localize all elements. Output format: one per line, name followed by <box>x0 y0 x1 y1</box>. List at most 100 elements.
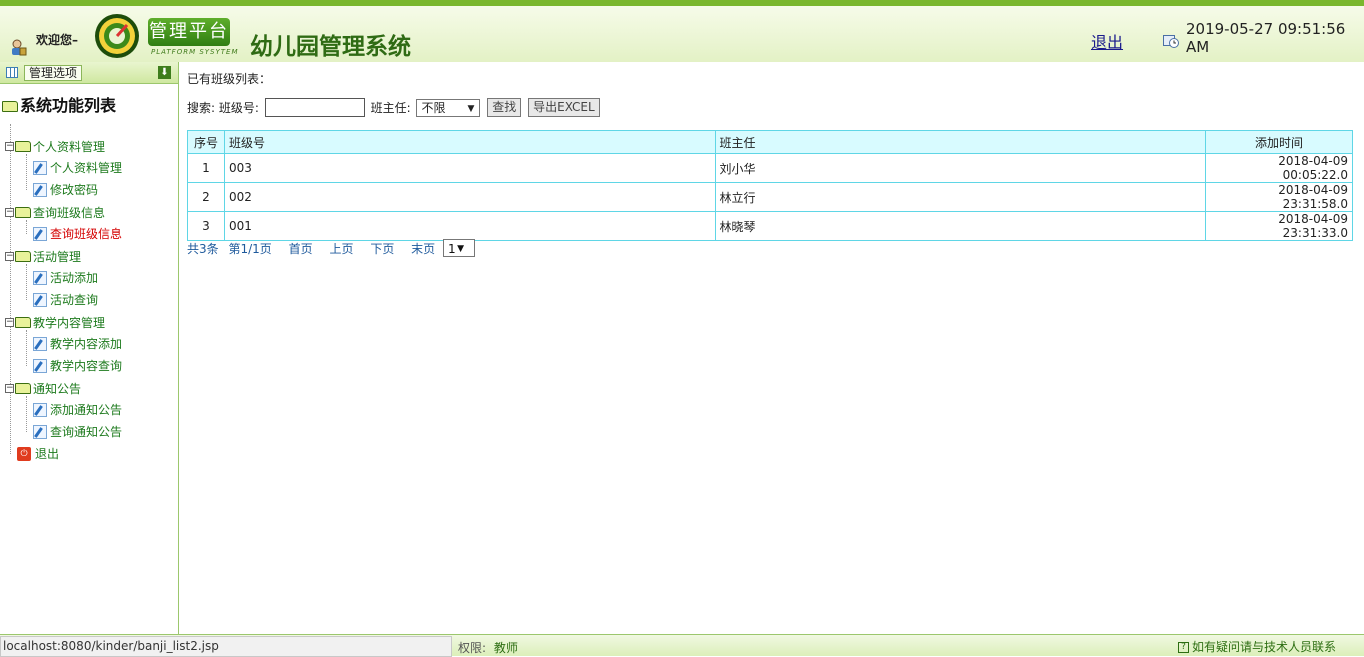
tree-group-teaching[interactable]: − 教学内容管理 <box>5 314 105 331</box>
collapse-icon[interactable]: − <box>5 384 14 393</box>
folder-icon <box>15 317 31 328</box>
tree-item-exit[interactable]: ⏻ 退出 <box>17 445 59 462</box>
table-cell: 林晓琴 <box>714 211 1207 241</box>
permission-label: 权限: <box>458 641 487 655</box>
folder-icon <box>2 101 18 112</box>
status-url: localhost:8080/kinder/banji_list2.jsp <box>0 636 452 657</box>
tree-item-profile[interactable]: 个人资料管理 <box>33 159 122 176</box>
teacher-label: 班主任: <box>370 101 411 115</box>
tree-item-activity-query[interactable]: 活动查询 <box>33 291 98 308</box>
tree-group-class-query[interactable]: − 查询班级信息 <box>5 204 105 221</box>
permission-value: 教师 <box>493 641 518 655</box>
page-indicator: 第1/1页 <box>228 241 272 256</box>
grid-icon <box>6 67 18 78</box>
sidebar-header: 管理选项 ⬇ <box>0 62 178 84</box>
edit-icon <box>33 402 47 417</box>
sidebar-title: 管理选项 <box>24 65 83 81</box>
tree-item-notice-add[interactable]: 添加通知公告 <box>33 401 122 418</box>
platform-badge: 管理平台 <box>148 18 230 46</box>
tree-item-teaching-query[interactable]: 教学内容查询 <box>33 357 122 374</box>
platform-badge-subtitle: PLATFORM SYSYTEM <box>151 48 239 56</box>
page-select[interactable]: 1 ▼ <box>443 239 475 257</box>
help-info: ? 如有疑问请与技术人员联系 <box>1178 638 1336 655</box>
current-datetime: 2019-05-27 09:51:56 AM <box>1186 20 1346 56</box>
collapse-icon[interactable]: − <box>5 142 14 151</box>
collapse-icon[interactable]: − <box>5 252 14 261</box>
collapse-icon[interactable]: − <box>5 318 14 327</box>
question-icon: ? <box>1178 642 1189 653</box>
edit-icon <box>33 182 47 197</box>
edit-icon <box>33 358 47 373</box>
table-cell: 003 <box>223 153 716 183</box>
table-header-row: 序号 班级号 班主任 添加时间 <box>187 130 1353 154</box>
logout-link[interactable]: 退出 <box>1091 29 1123 53</box>
dropdown-arrow-icon: ▼ <box>457 244 464 254</box>
permission-info: 权限: 教师 <box>458 639 518 656</box>
table-row: 1 003 刘小华 2018-04-09 00:05:22.0 <box>187 153 1353 183</box>
class-no-input[interactable] <box>264 98 365 117</box>
system-title: 幼儿园管理系统 <box>250 33 411 60</box>
column-header: 班主任 <box>714 130 1207 154</box>
table-cell: 2018-04-09 00:05:22.0 <box>1205 153 1353 183</box>
table-cell: 3 <box>187 211 225 241</box>
table-cell: 林立行 <box>714 182 1207 212</box>
main-content: 已有班级列表： 搜索: 班级号: 班主任: 不限 ▼ 查找 导出EXCEL 序号 … <box>180 62 1364 634</box>
column-header: 班级号 <box>223 130 716 154</box>
welcome-text: 欢迎您– <box>36 33 79 47</box>
edit-icon <box>33 336 47 351</box>
table-cell: 2018-04-09 23:31:33.0 <box>1205 211 1353 241</box>
power-icon: ⏻ <box>17 446 31 461</box>
tree-item-change-password[interactable]: 修改密码 <box>33 181 98 198</box>
edit-icon <box>33 424 47 439</box>
tree-root[interactable]: 系统功能列表 <box>2 92 116 116</box>
search-button[interactable]: 查找 <box>487 98 522 117</box>
table-cell: 2018-04-09 23:31:58.0 <box>1205 182 1353 212</box>
tree-item-activity-add[interactable]: 活动添加 <box>33 269 98 286</box>
logo-icon <box>95 14 139 58</box>
sidebar: 管理选项 ⬇ 系统功能列表 − 个人资料管理 个人资料管理 修改密码 − 查询班级信… <box>0 62 179 634</box>
prev-page-link[interactable]: 上页 <box>329 242 353 256</box>
tree-item-notice-query[interactable]: 查询通知公告 <box>33 423 122 440</box>
total-count: 共3条 <box>187 241 219 256</box>
class-no-label: 搜索: 班级号: <box>187 101 259 115</box>
tree-group-notice[interactable]: − 通知公告 <box>5 380 81 397</box>
next-page-link[interactable]: 下页 <box>370 242 394 256</box>
export-excel-button[interactable]: 导出EXCEL <box>528 98 600 117</box>
class-table: 序号 班级号 班主任 添加时间 1 003 刘小华 2018-04-09 00:… <box>187 130 1353 241</box>
folder-icon <box>15 251 31 262</box>
edit-icon <box>33 270 47 285</box>
collapse-icon[interactable]: − <box>5 208 14 217</box>
user-icon <box>12 39 27 56</box>
table-cell: 1 <box>187 153 225 183</box>
list-title: 已有班级列表： <box>187 72 272 86</box>
calendar-clock-icon <box>1163 35 1179 48</box>
table-row: 3 001 林晓琴 2018-04-09 23:31:33.0 <box>187 211 1353 241</box>
table-cell: 002 <box>223 182 716 212</box>
dropdown-arrow-icon: ▼ <box>467 103 475 114</box>
edit-icon <box>33 292 47 307</box>
tree-group-activity[interactable]: − 活动管理 <box>5 248 81 265</box>
edit-icon <box>33 160 47 175</box>
folder-icon <box>15 383 31 394</box>
column-header: 添加时间 <box>1205 130 1353 154</box>
edit-icon <box>33 226 47 241</box>
table-cell: 刘小华 <box>714 153 1207 183</box>
header: 欢迎您– 管理平台 PLATFORM SYSYTEM 幼儿园管理系统 退出 20… <box>0 0 1364 62</box>
tree-item-class-query[interactable]: 查询班级信息 <box>33 225 122 242</box>
folder-icon <box>15 207 31 218</box>
pagination: 共3条 第1/1页 首页 上页 下页 末页 1 ▼ <box>187 239 481 257</box>
table-row: 2 002 林立行 2018-04-09 23:31:58.0 <box>187 182 1353 212</box>
footer: localhost:8080/kinder/banji_list2.jsp 权限… <box>0 634 1364 657</box>
tree-group-personal[interactable]: − 个人资料管理 <box>5 138 105 155</box>
search-bar: 搜索: 班级号: 班主任: 不限 ▼ 查找 导出EXCEL <box>187 98 600 117</box>
table-cell: 001 <box>223 211 716 241</box>
table-cell: 2 <box>187 182 225 212</box>
last-page-link[interactable]: 末页 <box>411 242 435 256</box>
teacher-select[interactable]: 不限 ▼ <box>416 98 481 117</box>
tree-item-teaching-add[interactable]: 教学内容添加 <box>33 335 122 352</box>
first-page-link[interactable]: 首页 <box>289 242 313 256</box>
collapse-arrow-icon[interactable]: ⬇ <box>158 66 171 79</box>
help-text: 如有疑问请与技术人员联系 <box>1192 640 1337 654</box>
welcome-area: 欢迎您– <box>0 20 92 64</box>
folder-icon <box>15 141 31 152</box>
